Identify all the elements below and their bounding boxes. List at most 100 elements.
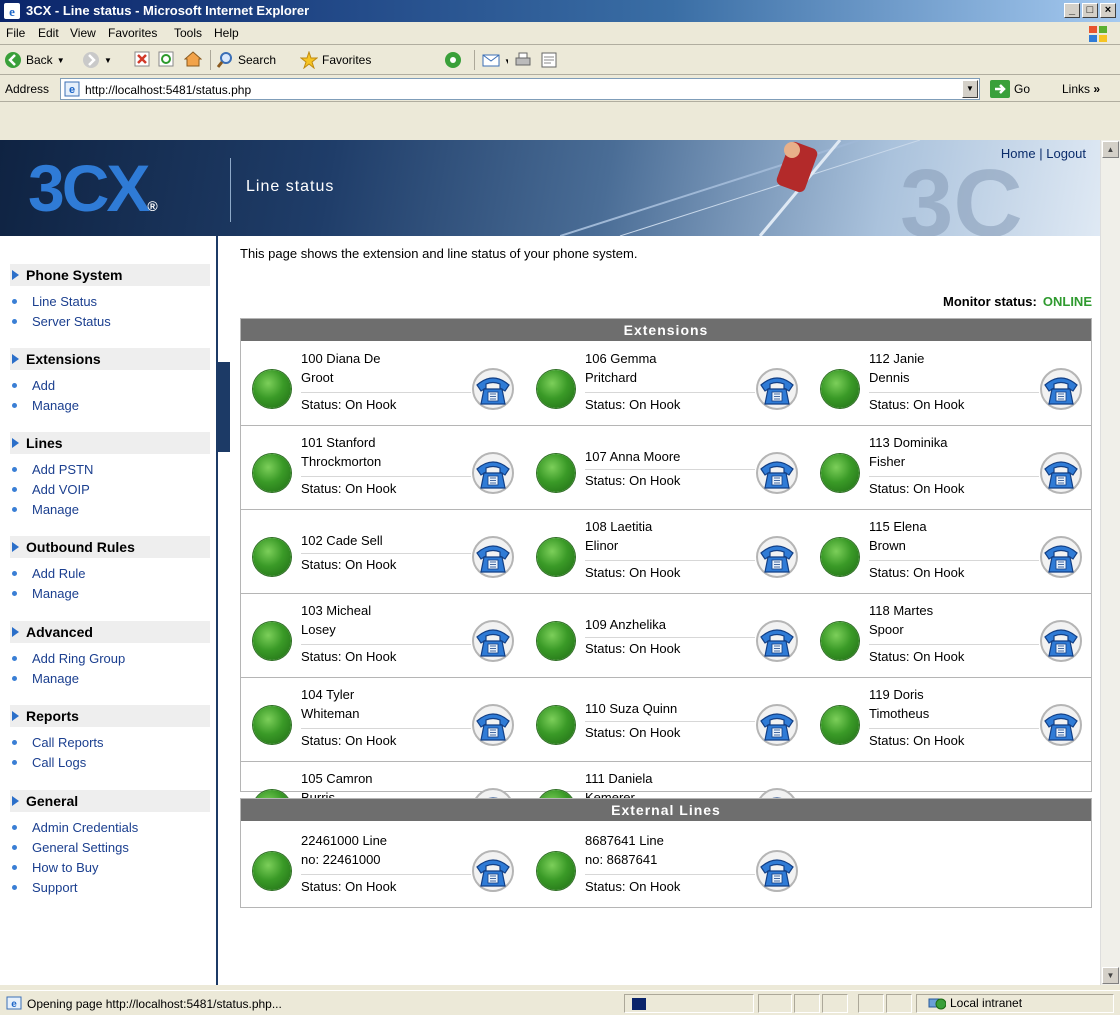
telephone-icon[interactable] [755,535,799,579]
links-toolbar[interactable]: Links » [1062,82,1100,96]
forward-button[interactable]: ▼ [82,51,112,69]
green-status-led-icon [537,370,575,408]
print-icon[interactable] [514,51,532,69]
go-button[interactable]: Go [990,80,1030,98]
svg-text:e: e [11,999,17,1010]
section-arrow-icon [12,711,19,721]
sidebar-section-extensions: Extensions [10,348,210,370]
green-status-led-icon [537,852,575,890]
bullet-icon [12,885,17,890]
entry-name-line2: Groot [301,370,334,385]
telephone-icon[interactable] [1039,703,1083,747]
cell-divider [585,560,755,561]
sidebar-section-phone-system: Phone System [10,264,210,286]
telephone-icon[interactable] [471,849,515,893]
sidebar-link-line-status[interactable]: Line Status [12,294,97,309]
telephone-icon[interactable] [471,703,515,747]
maximize-button[interactable]: □ [1082,3,1098,18]
telephone-icon[interactable] [1039,451,1083,495]
telephone-icon[interactable] [755,451,799,495]
home-icon[interactable] [184,51,202,67]
green-status-led-icon [537,706,575,744]
row-divider [241,509,1091,510]
sidebar-link-manage[interactable]: Manage [12,671,79,686]
sidebar-link-manage[interactable]: Manage [12,398,79,413]
mail-icon[interactable]: ▼ [482,51,508,69]
sidebar-link-add-voip[interactable]: Add VOIP [12,482,90,497]
search-button[interactable]: Search [216,51,276,69]
telephone-icon[interactable] [471,619,515,663]
telephone-icon[interactable] [1039,619,1083,663]
telephone-icon[interactable] [755,619,799,663]
status-cell: 101 Stanford Throckmorton Status: On Hook [241,425,525,509]
logout-link[interactable]: Logout [1046,146,1086,161]
sidebar-link-label: Manage [32,586,79,601]
sidebar-link-support[interactable]: Support [12,880,78,895]
sidebar-link-manage[interactable]: Manage [12,586,79,601]
entry-name: 106 Gemma Pritchard [585,349,745,387]
sidebar-section-title: Lines [26,435,63,451]
telephone-icon[interactable] [1039,535,1083,579]
telephone-icon[interactable] [471,451,515,495]
telephone-icon[interactable] [755,849,799,893]
address-dropdown-button[interactable]: ▼ [962,80,978,98]
sidebar-link-call-reports[interactable]: Call Reports [12,735,104,750]
menu-edit[interactable]: Edit [38,26,59,40]
telephone-icon[interactable] [755,367,799,411]
brand-logo: 3CX® [28,151,158,225]
favorites-button[interactable]: Favorites [300,51,371,69]
intro-text: This page shows the extension and line s… [240,246,638,261]
home-link[interactable]: Home [1001,146,1036,161]
page-title: Line status [246,178,335,195]
menu-view[interactable]: View [70,26,96,40]
green-status-led-icon [253,622,291,660]
entry-name-line1: 104 Tyler [301,687,355,702]
sidebar-link-add-ring-group[interactable]: Add Ring Group [12,651,125,666]
sidebar-link-general-settings[interactable]: General Settings [12,840,129,855]
menu-help[interactable]: Help [214,26,239,40]
sidebar-link-how-to-buy[interactable]: How to Buy [12,860,98,875]
sidebar-link-add-rule[interactable]: Add Rule [12,566,85,581]
minimize-button[interactable]: _ [1064,3,1080,18]
entry-name-line2: no: 22461000 [301,852,381,867]
sidebar-link-call-logs[interactable]: Call Logs [12,755,86,770]
windows-flag-icon [1089,26,1107,42]
sidebar-link-label: Manage [32,502,79,517]
scroll-up-button[interactable]: ▲ [1102,141,1119,158]
sidebar-link-server-status[interactable]: Server Status [12,314,111,329]
close-button[interactable]: × [1100,3,1116,18]
edit-icon[interactable] [540,51,558,69]
entry-name: 8687641 Line no: 8687641 [585,831,745,869]
sidebar-link-add[interactable]: Add [12,378,55,393]
menu-favorites[interactable]: Favorites [108,26,157,40]
status-pane [858,994,884,1013]
sidebar-link-manage[interactable]: Manage [12,502,79,517]
telephone-icon[interactable] [471,535,515,579]
sidebar-link-add-pstn[interactable]: Add PSTN [12,462,93,477]
telephone-icon[interactable] [471,367,515,411]
menu-tools[interactable]: Tools [174,26,202,40]
page-scrollbar[interactable]: ▲ ▼ [1100,140,1120,985]
stop-icon[interactable] [134,51,150,67]
sidebar-resize-handle[interactable] [218,362,230,452]
refresh-icon[interactable] [158,51,174,67]
entry-name-line2: Timotheus [869,706,930,721]
browser-window: e 3CX - Line status - Microsoft Internet… [0,0,1120,1015]
entry-name: 112 Janie Dennis [869,349,1029,387]
sidebar-link-admin-credentials[interactable]: Admin Credentials [12,820,138,835]
bullet-icon [12,487,17,492]
entry-name-line1: 22461000 Line [301,833,388,848]
status-pane [794,994,820,1013]
green-status-led-icon [537,538,575,576]
telephone-icon[interactable] [1039,367,1083,411]
media-icon[interactable] [444,51,462,69]
menu-file[interactable]: File [6,26,25,40]
telephone-icon[interactable] [755,703,799,747]
status-cell: 109 Anzhelika Status: On Hook [525,593,809,677]
back-button[interactable]: Back ▼ [4,51,65,69]
sidebar-link-label: Server Status [32,314,111,329]
scroll-down-button[interactable]: ▼ [1102,967,1119,984]
green-status-led-icon [821,454,859,492]
entry-name: 100 Diana De Groot [301,349,461,387]
address-input[interactable]: e http://localhost:5481/status.php ▼ [60,78,980,100]
